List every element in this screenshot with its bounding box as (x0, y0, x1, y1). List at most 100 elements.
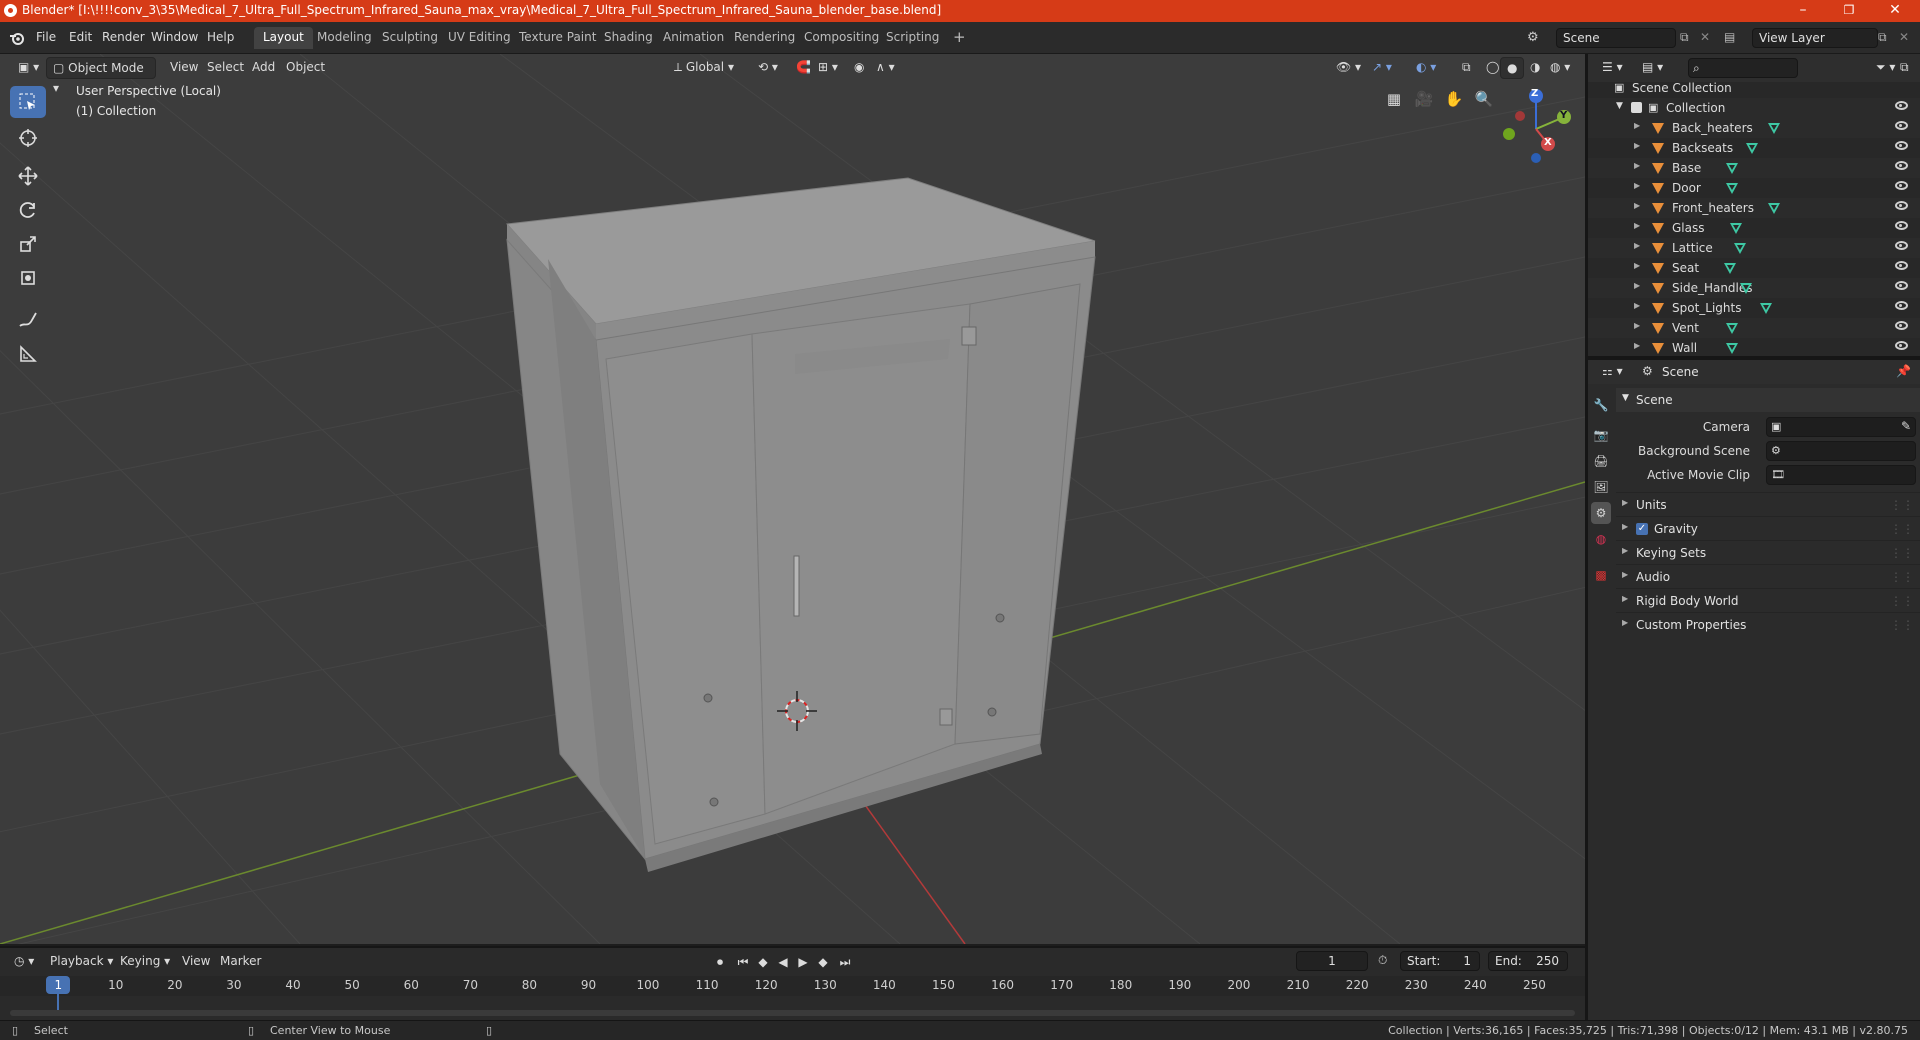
visibility-eye-icon[interactable] (1895, 221, 1908, 230)
mesh-data-icon[interactable] (1768, 123, 1780, 134)
stopwatch-icon[interactable]: ⏱ (1378, 953, 1387, 968)
viewlayer-name-field[interactable]: View Layer (1752, 28, 1878, 48)
delete-viewlayer-icon[interactable]: ✕ (1899, 30, 1909, 44)
outliner-search-input[interactable]: ⌕ (1688, 58, 1798, 78)
mesh-data-icon[interactable] (1726, 183, 1738, 194)
drag-handle-icon[interactable]: ⋮⋮ (1890, 498, 1914, 512)
solid-shading-icon[interactable]: ● (1500, 57, 1525, 79)
menu-view[interactable]: View (164, 57, 204, 79)
jump-end-button[interactable]: ⏭ (836, 953, 854, 971)
tab-texture-paint[interactable]: Texture Paint (510, 27, 605, 49)
expand-arrow-icon[interactable]: ▶ (1634, 201, 1640, 210)
outliner-object-row[interactable]: ▶ Vent (1588, 318, 1920, 338)
mesh-data-icon[interactable] (1726, 323, 1738, 334)
drag-handle-icon[interactable]: ⋮⋮ (1890, 570, 1914, 584)
menu-keying[interactable]: Keying ▾ (114, 951, 176, 973)
tab-scripting[interactable]: Scripting (877, 27, 948, 49)
menu-playback[interactable]: Playback ▾ (44, 951, 119, 973)
delete-scene-icon[interactable]: ✕ (1700, 30, 1710, 44)
expand-arrow-icon[interactable]: ▶ (1634, 341, 1640, 350)
menu-window[interactable]: Window (145, 28, 204, 46)
transform-tool-icon[interactable] (10, 262, 46, 294)
3d-viewport[interactable]: User Perspective (Local) (1) Collection … (0, 54, 1585, 944)
toggle-grid-icon[interactable]: ▦ (1381, 86, 1407, 112)
drag-handle-icon[interactable]: ⋮⋮ (1890, 594, 1914, 608)
editor-type-button[interactable]: ▣ ▾ (12, 57, 45, 79)
play-reverse-button[interactable]: ◀ (774, 953, 792, 971)
new-scene-icon[interactable]: ⧉ (1680, 30, 1689, 45)
outliner-object-row[interactable]: ▶ Door (1588, 178, 1920, 198)
pan-hand-icon[interactable]: ✋ (1441, 86, 1467, 112)
menu-render[interactable]: Render (96, 28, 151, 46)
render-tab-icon[interactable]: 📷 (1591, 424, 1611, 446)
tab-modeling[interactable]: Modeling (308, 27, 381, 49)
menu-add[interactable]: Add (246, 57, 281, 79)
drag-handle-icon[interactable]: ⋮⋮ (1890, 522, 1914, 536)
menu-object[interactable]: Object (280, 57, 331, 79)
new-viewlayer-icon[interactable]: ⧉ (1878, 30, 1887, 45)
outliner-object-row[interactable]: ▶ Seat (1588, 258, 1920, 278)
prev-keyframe-button[interactable]: ◆ (754, 953, 772, 971)
mesh-data-icon[interactable] (1726, 163, 1738, 174)
visibility-eye-icon[interactable] (1895, 141, 1908, 150)
visibility-eye-icon[interactable] (1895, 241, 1908, 250)
expand-arrow-icon[interactable]: ▶ (1634, 281, 1640, 290)
current-frame-field[interactable]: 1 (1296, 951, 1368, 971)
mesh-data-icon[interactable] (1760, 303, 1772, 314)
outliner-object-row[interactable]: ▶ Spot_Lights (1588, 298, 1920, 318)
gizmo-toggle-icon[interactable]: ↗ ▾ (1366, 57, 1398, 79)
scene-collection-row[interactable]: ▣ Scene Collection (1588, 78, 1920, 98)
panel-section-keying-sets[interactable]: ▶ Keying Sets ⋮⋮ (1616, 540, 1920, 564)
minimize-button[interactable]: – (1780, 0, 1826, 22)
menu-edit[interactable]: Edit (63, 28, 98, 46)
visibility-eye-icon[interactable] (1895, 161, 1908, 170)
visibility-eye-icon[interactable] (1895, 301, 1908, 310)
timeline-scrollbar[interactable] (10, 1010, 1575, 1016)
outliner-object-row[interactable]: ▶ Front_heaters (1588, 198, 1920, 218)
eyedropper-icon[interactable]: ✎ (1901, 419, 1911, 433)
camera-field[interactable]: ▣ ✎ (1766, 417, 1916, 437)
timeline-editor-type-icon[interactable]: ◷ ▾ (8, 951, 40, 973)
mesh-data-icon[interactable] (1740, 283, 1752, 294)
scene-tab-icon[interactable]: ⚙ (1591, 502, 1611, 524)
visibility-eye-icon[interactable] (1895, 321, 1908, 330)
visibility-eye-icon[interactable] (1895, 121, 1908, 130)
properties-editor-type-icon[interactable]: ⚏ ▾ (1596, 361, 1629, 383)
mesh-data-icon[interactable] (1724, 263, 1736, 274)
tab-sculpting[interactable]: Sculpting (373, 27, 447, 49)
outliner-object-row[interactable]: ▶ Glass (1588, 218, 1920, 238)
annotate-tool-icon[interactable] (10, 304, 46, 336)
pivot-point-icon[interactable]: ⟲ ▾ (752, 57, 784, 79)
close-button[interactable]: ✕ (1872, 0, 1918, 22)
record-button[interactable]: ⏺ (711, 953, 729, 971)
expand-arrow-icon[interactable]: ▶ (1634, 141, 1640, 150)
view-layer-tab-icon[interactable]: 🖼 (1591, 476, 1611, 498)
add-workspace-button[interactable]: + (944, 27, 975, 49)
background-scene-field[interactable]: ⚙ (1766, 441, 1916, 461)
expand-arrow-icon[interactable]: ▶ (1634, 241, 1640, 250)
pin-icon[interactable]: 📌 (1896, 364, 1911, 378)
tab-compositing[interactable]: Compositing (795, 27, 888, 49)
viewlayer-browse-icon[interactable]: ▤ (1724, 30, 1735, 44)
menu-select[interactable]: Select (201, 57, 250, 79)
mesh-data-icon[interactable] (1734, 243, 1746, 254)
tab-uv-editing[interactable]: UV Editing (439, 27, 520, 49)
restore-button[interactable]: ❐ (1826, 0, 1872, 22)
transform-orientation-dropdown[interactable]: ⟂ Global ▾ (668, 57, 740, 79)
mesh-data-icon[interactable] (1768, 203, 1780, 214)
visibility-eye-icon[interactable] (1895, 101, 1908, 110)
expand-arrow-icon[interactable]: ▼ (1616, 101, 1623, 111)
expand-arrow-icon[interactable]: ▶ (1634, 321, 1640, 330)
visibility-eye-icon[interactable] (1895, 201, 1908, 210)
mesh-data-icon[interactable] (1746, 143, 1758, 154)
cursor-tool-icon[interactable] (10, 122, 46, 154)
visibility-eye-icon[interactable] (1895, 181, 1908, 190)
xray-icon[interactable]: ⧉ (1456, 57, 1477, 79)
scene-name-field[interactable]: Scene (1556, 28, 1676, 48)
proportional-edit-icon[interactable]: ◉ (848, 57, 870, 79)
scene-panel-header[interactable]: ▼ Scene (1616, 388, 1920, 412)
rendered-shading-icon[interactable]: ◍ ▾ (1544, 57, 1576, 79)
visibility-icon[interactable]: 👁 ▾ (1330, 57, 1367, 79)
measure-tool-icon[interactable] (10, 338, 46, 370)
next-keyframe-button[interactable]: ◆ (814, 953, 832, 971)
